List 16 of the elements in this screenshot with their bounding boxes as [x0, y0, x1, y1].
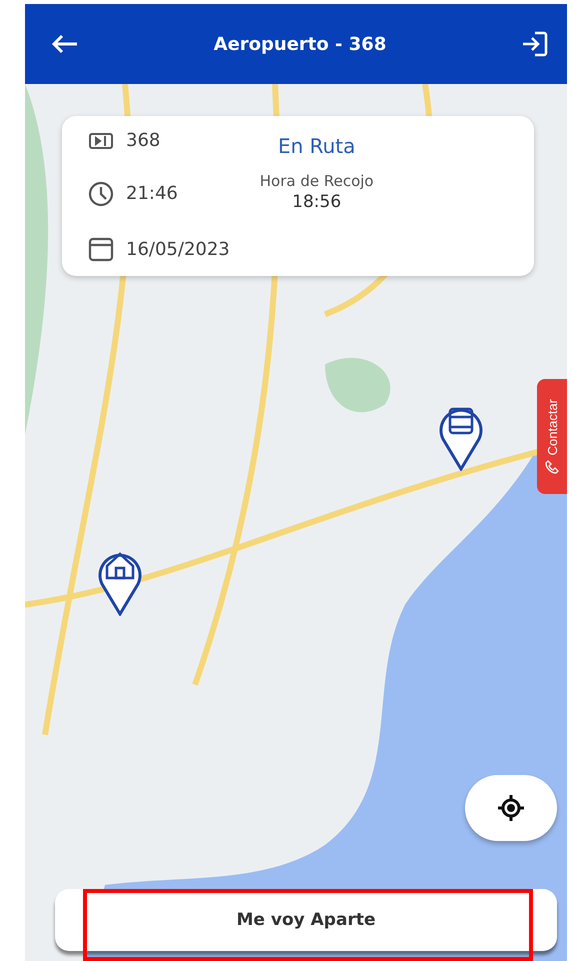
back-arrow-icon[interactable]	[51, 34, 79, 54]
time-text: 21:46	[126, 183, 178, 204]
pickup-label: Hora de Recojo	[260, 172, 374, 190]
screen-title: Aeropuerto - 368	[214, 34, 386, 54]
trip-status: En Ruta	[278, 134, 356, 158]
calendar-icon	[88, 236, 114, 262]
clock-icon	[88, 180, 114, 206]
route-number: 368	[126, 130, 160, 151]
crosshair-icon	[496, 793, 526, 823]
phone-icon	[545, 460, 559, 474]
date-text: 16/05/2023	[126, 238, 230, 260]
pickup-time: 18:56	[292, 192, 342, 212]
logout-icon[interactable]	[521, 30, 549, 58]
bus-ticket-icon	[88, 130, 114, 150]
contact-tab[interactable]: Contactar	[537, 379, 567, 494]
me-voy-aparte-button[interactable]: Me voy Aparte	[55, 889, 557, 951]
